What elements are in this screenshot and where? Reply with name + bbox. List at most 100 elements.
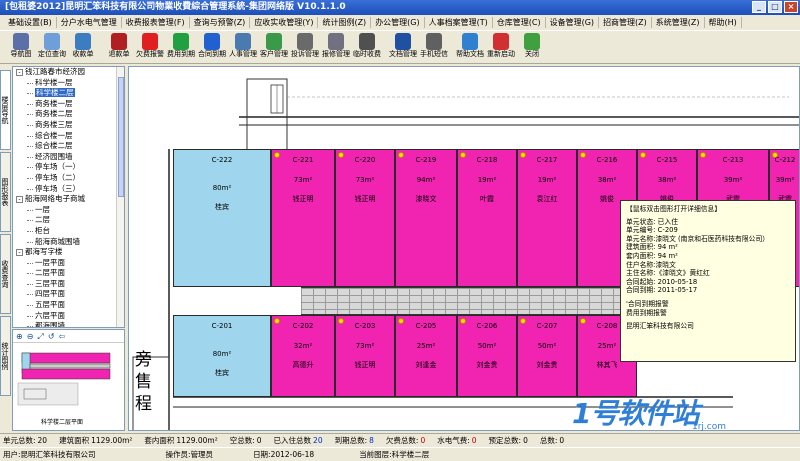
side-tab[interactable]: 收费查询 xyxy=(0,234,11,314)
unit-cell[interactable]: C-203 73m² 钱正明 xyxy=(335,315,395,397)
tree-label: 停车场（二） xyxy=(35,172,80,182)
toolbar-button[interactable]: 收款单 xyxy=(68,31,98,59)
tree-floor[interactable]: 六层平面 xyxy=(13,311,124,322)
tree-floor[interactable]: 一层平面 xyxy=(13,258,124,269)
menu-item[interactable]: 设备管理(G) xyxy=(546,16,600,28)
menu-item[interactable]: 人事档案管理(T) xyxy=(425,16,493,28)
tree-floor[interactable]: 商务楼二层 xyxy=(13,109,124,120)
side-tab[interactable]: 楼层导航 xyxy=(0,70,11,150)
tree-floor[interactable]: 一层 xyxy=(13,205,124,216)
menu-item[interactable]: 基础设置(B) xyxy=(4,16,57,28)
toolbar-button[interactable]: 欠费报警 xyxy=(135,31,165,59)
unit-cell[interactable]: C-207 50m² 刘金贵 xyxy=(517,315,577,397)
toolbar-button[interactable]: 客户管理 xyxy=(259,31,289,59)
tree-floor[interactable]: 停车场（一） xyxy=(13,162,124,173)
repair-icon xyxy=(328,33,344,50)
side-tab[interactable]: 图形报表 xyxy=(0,152,11,232)
tree-floor[interactable]: 船海商城围墙 xyxy=(13,237,124,248)
tree-floor[interactable]: 二层 xyxy=(13,215,124,226)
status-value: 昆明汇笨科技有限公司 xyxy=(20,450,96,459)
unit-code: C-219 xyxy=(415,156,437,164)
toolbar-button[interactable]: 手机短信 xyxy=(419,31,449,59)
toolbar-button[interactable]: 关闭 xyxy=(517,31,547,59)
tree-floor[interactable]: 三层平面 xyxy=(13,279,124,290)
collapse-toggle-icon[interactable]: - xyxy=(16,195,23,203)
tree-floor[interactable]: 综合楼一层 xyxy=(13,131,124,142)
menu-item[interactable]: 帮助(H) xyxy=(705,16,742,28)
side-tab[interactable]: 统计图例 xyxy=(0,316,11,396)
menu-item[interactable]: 应收实收管理(Y) xyxy=(250,16,319,28)
tree-building[interactable]: - 钱江路春市经济园 xyxy=(13,67,124,78)
tree-floor[interactable]: 四层平面 xyxy=(13,289,124,300)
menu-item[interactable]: 仓库管理(C) xyxy=(493,16,546,28)
menu-item[interactable]: 办公管理(G) xyxy=(371,16,425,28)
toolbar-button-label: 导航图 xyxy=(10,50,32,58)
unit-code: C-205 xyxy=(415,322,437,330)
tree-floor[interactable]: 商务楼一层 xyxy=(13,99,124,110)
unit-cell[interactable]: C-202 32m² 高德升 xyxy=(271,315,335,397)
toolbar-button[interactable]: 重新启动 xyxy=(486,31,516,59)
toolbar-button[interactable]: 人事管理 xyxy=(228,31,258,59)
menu-item[interactable]: 招商管理(Z) xyxy=(599,16,652,28)
toolbar-button[interactable]: 导航图 xyxy=(6,31,36,59)
tree-floor[interactable]: 柜台 xyxy=(13,226,124,237)
unit-cell[interactable]: C-220 73m² 钱正明 xyxy=(335,149,395,287)
toolbar-button[interactable]: 临时收费 xyxy=(352,31,382,59)
toolbar-button[interactable]: 投诉管理 xyxy=(290,31,320,59)
status-item: 欠费总数: 0 xyxy=(386,435,431,446)
fit-view-icon[interactable]: ⤢ xyxy=(37,332,43,341)
unit-cell[interactable]: C-206 50m² 刘金贵 xyxy=(457,315,517,397)
menu-item[interactable]: 系统管理(Z) xyxy=(652,16,705,28)
tree-floor[interactable]: 停车场（二） xyxy=(13,173,124,184)
tree-floor[interactable]: 停车场（三） xyxy=(13,184,124,195)
tree-floor[interactable]: 商务楼三层 xyxy=(13,120,124,131)
unit-code: C-217 xyxy=(536,156,558,164)
refresh-icon[interactable]: ↺ xyxy=(48,332,55,341)
maximize-button[interactable]: □ xyxy=(768,1,782,13)
scroll-thumb[interactable] xyxy=(118,77,124,197)
unit-cell[interactable]: C-217 19m² 袁江红 xyxy=(517,149,577,287)
menu-item[interactable]: 收费报表管理(F) xyxy=(122,16,190,28)
tree-floor[interactable]: 五层平面 xyxy=(13,300,124,311)
close-button[interactable]: × xyxy=(784,1,798,13)
minimize-button[interactable]: _ xyxy=(752,1,766,13)
status-label: 水电气费: xyxy=(437,436,470,445)
tree-floor[interactable]: 二层平面 xyxy=(13,268,124,279)
pan-left-icon[interactable]: ⇦ xyxy=(59,332,66,341)
unit-cell[interactable]: C-221 73m² 钱正明 xyxy=(271,149,335,287)
minimap-thumbnail[interactable] xyxy=(14,345,125,415)
menu-item[interactable]: 统计图例(Z) xyxy=(318,16,372,28)
unit-code: C-203 xyxy=(354,322,376,330)
toolbar-button-label: 临时收费 xyxy=(353,50,381,58)
tree-floor[interactable]: 经济园围墙 xyxy=(13,152,124,163)
toolbar-button[interactable]: 报修管理 xyxy=(321,31,351,59)
unit-cell[interactable]: C-219 94m² 漆晓文 xyxy=(395,149,457,287)
unit-cell[interactable]: C-205 25m² 刘逢金 xyxy=(395,315,457,397)
menu-item[interactable]: 分户水电气管理 xyxy=(57,16,122,28)
unit-cell[interactable]: C-222 80m² 桂宾 xyxy=(173,149,271,287)
menu-item[interactable]: 查询与预警(Z) xyxy=(190,16,251,28)
tree-building[interactable]: - 都海写字楼 xyxy=(13,247,124,258)
tree-label: 综合楼二层 xyxy=(35,141,73,151)
collapse-toggle-icon[interactable]: - xyxy=(16,248,23,256)
toolbar-button[interactable]: 费用到期 xyxy=(166,31,196,59)
tree-building[interactable]: - 船海网络电子商城 xyxy=(13,194,124,205)
toolbar-button[interactable]: 文档管理 xyxy=(388,31,418,59)
tree-scrollbar[interactable] xyxy=(116,67,124,327)
zoom-out-icon[interactable]: ⊖ xyxy=(27,332,34,341)
unit-cell[interactable]: C-201 80m² 桂宾 xyxy=(173,315,271,397)
refund-icon xyxy=(111,33,127,50)
toolbar-button[interactable]: 退款单 xyxy=(104,31,134,59)
toolbar-button[interactable]: 帮助文档 xyxy=(455,31,485,59)
unit-cell[interactable]: C-218 19m² 叶霞 xyxy=(457,149,517,287)
tree-label: 科学楼一层 xyxy=(35,77,73,87)
zoom-in-icon[interactable]: ⊕ xyxy=(16,332,23,341)
tree-floor[interactable]: 科学楼二层 xyxy=(13,88,124,99)
toolbar-button[interactable]: 定位查询 xyxy=(37,31,67,59)
tree-floor[interactable]: 科学楼一层 xyxy=(13,78,124,89)
toolbar-button[interactable]: 合同到期 xyxy=(197,31,227,59)
tree-floor[interactable]: 综合楼二层 xyxy=(13,141,124,152)
tree-floor[interactable]: 都海围墙 xyxy=(13,321,124,327)
collapse-toggle-icon[interactable]: - xyxy=(16,68,23,76)
status-label: 预定总数: xyxy=(488,436,522,445)
